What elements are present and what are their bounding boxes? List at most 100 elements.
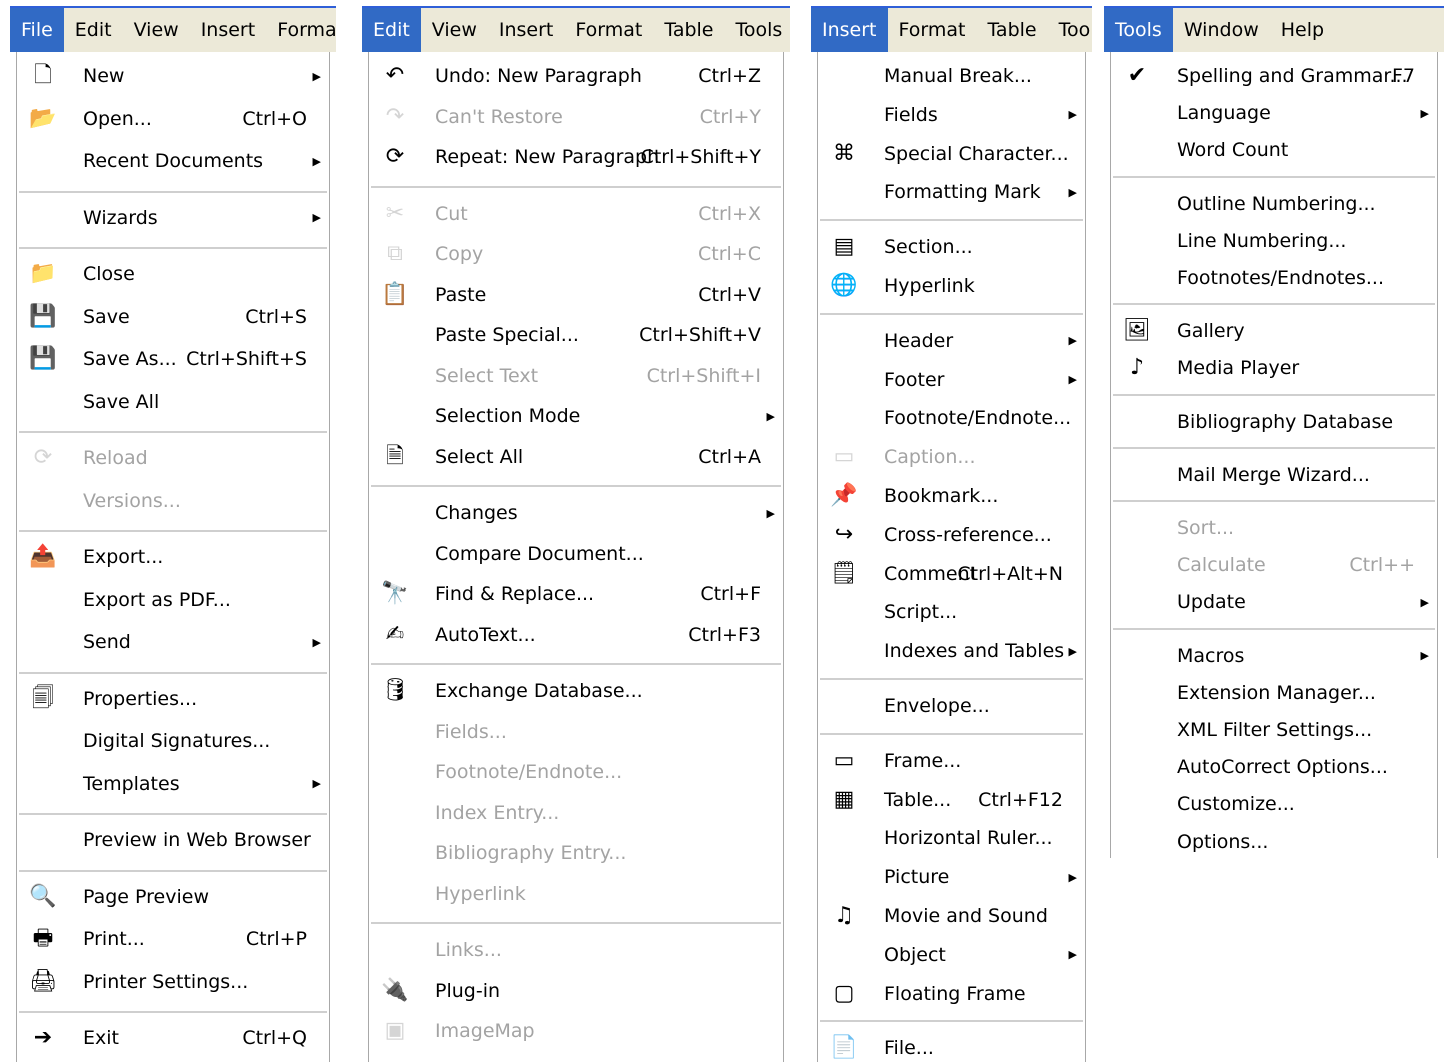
- menu-item-changes[interactable]: Changes ▶: [369, 495, 783, 531]
- menu-item-object[interactable]: Object▶: [818, 937, 1085, 973]
- menu-item-save-as[interactable]: 💾 Save As... Ctrl+Shift+S: [17, 341, 329, 377]
- menu-item-preview-in-web-browser[interactable]: Preview in Web Browser: [17, 822, 329, 858]
- menu-item-repeat-new-paragraph[interactable]: ⟳ Repeat: New Paragraph Ctrl+Shift+Y: [369, 139, 783, 175]
- menubar-view[interactable]: View: [421, 8, 488, 52]
- menu-item-imagemap[interactable]: ▣ ImageMap: [369, 1013, 783, 1049]
- menu-item-autocorrect-options[interactable]: AutoCorrect Options...: [1111, 749, 1437, 785]
- menu-item-new[interactable]: 🗋 New ▶: [17, 58, 329, 94]
- menu-item-select-all[interactable]: 🗎 Select All Ctrl+A: [369, 439, 783, 475]
- menu-item-gallery[interactable]: 🖼 Gallery: [1111, 313, 1437, 349]
- menubar-file[interactable]: File: [10, 8, 64, 52]
- menubar-table[interactable]: Table: [653, 8, 724, 52]
- menu-item-macros[interactable]: Macros ▶: [1111, 638, 1437, 674]
- menu-item-selection-mode[interactable]: Selection Mode ▶: [369, 398, 783, 434]
- menubar-insert[interactable]: Insert: [488, 8, 565, 52]
- menubar-tools[interactable]: Tools: [725, 8, 791, 52]
- menu-item-links[interactable]: Links...: [369, 932, 783, 968]
- menubar-edit[interactable]: Edit: [362, 8, 421, 52]
- menu-item-index-entry[interactable]: Index Entry...: [369, 795, 783, 831]
- menu-item-hyperlink[interactable]: 🌐 Hyperlink: [818, 268, 1085, 304]
- menu-item-properties[interactable]: 🗐 Properties...: [17, 681, 329, 717]
- menu-item-fields[interactable]: Fields ▶: [818, 97, 1085, 133]
- menu-item-templates[interactable]: Templates ▶: [17, 766, 329, 802]
- menu-item-language[interactable]: Language ▶: [1111, 95, 1437, 131]
- menu-item-mail-merge-wizard[interactable]: Mail Merge Wizard...: [1111, 457, 1437, 493]
- menu-item-print[interactable]: 🖶 Print... Ctrl+P: [17, 921, 329, 957]
- menu-item-recent-documents[interactable]: Recent Documents ▶: [17, 143, 329, 179]
- menubar-help[interactable]: Help: [1270, 8, 1335, 52]
- menu-item-special-character[interactable]: ⌘ Special Character...: [818, 136, 1085, 172]
- menu-item-paste[interactable]: 📋 Paste Ctrl+V: [369, 277, 783, 313]
- menu-item-outline-numbering[interactable]: Outline Numbering...: [1111, 186, 1437, 222]
- menu-item-file[interactable]: 📄 File...: [818, 1030, 1085, 1062]
- menu-item-find-replace[interactable]: 🔭 Find & Replace... Ctrl+F: [369, 576, 783, 612]
- menubar-insert[interactable]: Insert: [190, 8, 267, 52]
- menubar-format[interactable]: Format: [888, 8, 977, 52]
- menubar-table[interactable]: Table: [976, 8, 1047, 52]
- menu-item-select-text[interactable]: Select Text Ctrl+Shift+I: [369, 358, 783, 394]
- menubar-window[interactable]: Window: [1173, 8, 1270, 52]
- menu-item-paste-special[interactable]: Paste Special... Ctrl+Shift+V: [369, 317, 783, 353]
- menubar-tools[interactable]: Tools: [1048, 8, 1092, 52]
- menu-item-versions[interactable]: Versions...: [17, 483, 329, 519]
- menu-item-reload[interactable]: ⟳ Reload: [17, 440, 329, 476]
- menu-item-page-preview[interactable]: 🔍 Page Preview: [17, 879, 329, 915]
- menu-item-hyperlink[interactable]: Hyperlink: [369, 876, 783, 912]
- menu-item-horizontal-ruler[interactable]: Horizontal Ruler...: [818, 820, 1085, 856]
- menu-item-bibliography-database[interactable]: Bibliography Database: [1111, 404, 1437, 440]
- menubar-edit[interactable]: Edit: [64, 8, 123, 52]
- menu-item-object[interactable]: Object▶: [369, 1054, 783, 1062]
- menu-item-copy[interactable]: ⧉ Copy Ctrl+C: [369, 236, 783, 272]
- menu-item-send[interactable]: Send ▶: [17, 624, 329, 660]
- menu-item-exit[interactable]: ➔ Exit Ctrl+Q: [17, 1020, 329, 1056]
- menu-item-footnote-endnote[interactable]: Footnote/Endnote...: [369, 754, 783, 790]
- menu-item-formatting-mark[interactable]: Formatting Mark ▶: [818, 174, 1085, 210]
- menu-item-extension-manager[interactable]: Extension Manager...: [1111, 675, 1437, 711]
- menu-item-footnotes-endnotes[interactable]: Footnotes/Endnotes...: [1111, 260, 1437, 296]
- menu-item-comment[interactable]: 🗒 Comment Ctrl+Alt+N: [818, 556, 1085, 592]
- menu-item-compare-document[interactable]: Compare Document...: [369, 536, 783, 572]
- menu-item-export-as-pdf[interactable]: Export as PDF...: [17, 582, 329, 618]
- menu-item-printer-settings[interactable]: 🖨 Printer Settings...: [17, 964, 329, 1000]
- menu-item-script[interactable]: Script...: [818, 594, 1085, 630]
- menu-item-footer[interactable]: Footer ▶: [818, 362, 1085, 398]
- menubar-format[interactable]: Format: [564, 8, 653, 52]
- menubar-format[interactable]: Format: [266, 8, 336, 52]
- menu-item-export[interactable]: 📤 Export...: [17, 539, 329, 575]
- menu-item-update[interactable]: Update ▶: [1111, 584, 1437, 620]
- menu-item-save[interactable]: 💾 Save Ctrl+S: [17, 299, 329, 335]
- menu-item-movie-and-sound[interactable]: ♫ Movie and Sound: [818, 898, 1085, 934]
- menu-item-plug-in[interactable]: 🔌 Plug-in: [369, 973, 783, 1009]
- menu-item-customize[interactable]: Customize...: [1111, 786, 1437, 822]
- menu-item-picture[interactable]: Picture ▶: [818, 859, 1085, 895]
- menu-item-fields[interactable]: Fields...: [369, 714, 783, 750]
- menu-item-frame[interactable]: ▭ Frame...: [818, 743, 1085, 779]
- menu-item-line-numbering[interactable]: Line Numbering...: [1111, 223, 1437, 259]
- menu-item-caption[interactable]: ▭ Caption...: [818, 439, 1085, 475]
- menu-item-manual-break[interactable]: Manual Break...: [818, 58, 1085, 94]
- menu-item-cross-reference[interactable]: ↪ Cross-reference...: [818, 517, 1085, 553]
- menu-item-options[interactable]: Options...: [1111, 824, 1437, 858]
- menu-item-sort[interactable]: Sort...: [1111, 510, 1437, 546]
- menu-item-header[interactable]: Header ▶: [818, 323, 1085, 359]
- menu-item-cut[interactable]: ✂ Cut Ctrl+X: [369, 196, 783, 232]
- menu-item-autotext[interactable]: ✍ AutoText... Ctrl+F3: [369, 617, 783, 653]
- menu-item-floating-frame[interactable]: ▢ Floating Frame: [818, 976, 1085, 1012]
- menubar-tools[interactable]: Tools: [1104, 8, 1173, 52]
- menu-item-xml-filter-settings[interactable]: XML Filter Settings...: [1111, 712, 1437, 748]
- menu-item-undo-new-paragraph[interactable]: ↶ Undo: New Paragraph Ctrl+Z: [369, 58, 783, 94]
- menubar-view[interactable]: View: [123, 8, 190, 52]
- menu-item-section[interactable]: ▤ Section...: [818, 229, 1085, 265]
- menu-item-close[interactable]: 📁 Close: [17, 256, 329, 292]
- menu-item-save-all[interactable]: Save All: [17, 384, 329, 420]
- menu-item-calculate[interactable]: Calculate Ctrl++: [1111, 547, 1437, 583]
- menu-item-word-count[interactable]: Word Count: [1111, 132, 1437, 168]
- menu-item-footnote-endnote[interactable]: Footnote/Endnote...: [818, 400, 1085, 436]
- menu-item-media-player[interactable]: ♪ Media Player: [1111, 350, 1437, 386]
- menu-item-envelope[interactable]: Envelope...: [818, 688, 1085, 724]
- menu-item-open[interactable]: 📂 Open... Ctrl+O: [17, 101, 329, 137]
- menu-item-bibliography-entry[interactable]: Bibliography Entry...: [369, 835, 783, 871]
- menu-item-table[interactable]: ▦ Table... Ctrl+F12: [818, 782, 1085, 818]
- menu-item-can-t-restore[interactable]: ↷ Can't Restore Ctrl+Y: [369, 99, 783, 135]
- menu-item-wizards[interactable]: Wizards ▶: [17, 200, 329, 236]
